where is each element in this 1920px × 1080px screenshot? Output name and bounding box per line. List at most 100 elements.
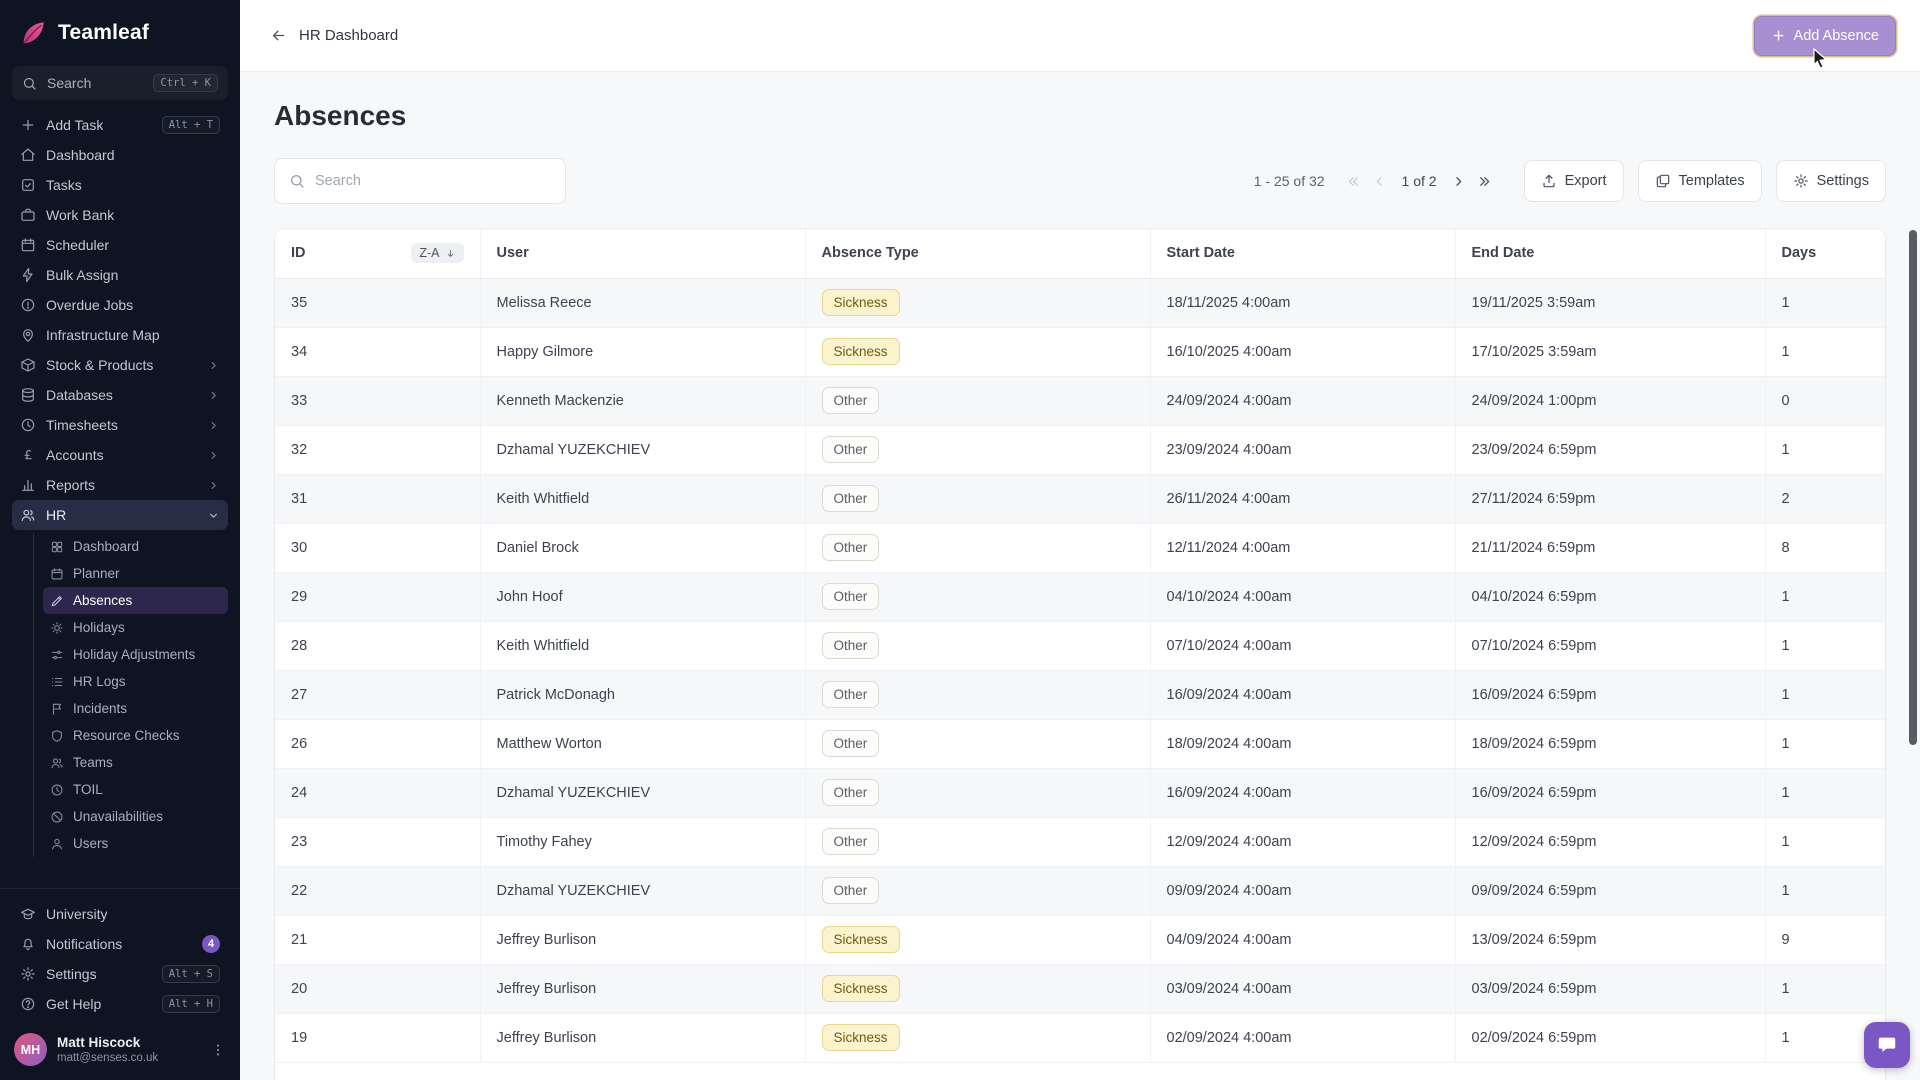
back-button[interactable]: HR Dashboard	[270, 27, 398, 44]
chat-button[interactable]	[1864, 1022, 1910, 1068]
sidebar-item-label: HR	[46, 507, 66, 523]
search-input[interactable]	[315, 173, 551, 189]
column-header-start-date[interactable]: Start Date	[1150, 229, 1455, 278]
export-button[interactable]: Export	[1524, 160, 1624, 202]
prev-page-button[interactable]	[1367, 165, 1393, 197]
sidebar-item-hr-unavailabilities[interactable]: Unavailabilities	[43, 803, 228, 830]
sort-chip[interactable]: Z-A	[411, 243, 463, 263]
table-row[interactable]: 21Jeffrey BurlisonSickness04/09/2024 4:0…	[275, 915, 1885, 964]
cell-end-date: 18/09/2024 6:59pm	[1455, 719, 1765, 768]
table-row[interactable]: 20Jeffrey BurlisonSickness03/09/2024 4:0…	[275, 964, 1885, 1013]
sidebar-search-button[interactable]: Search Ctrl + K	[12, 66, 228, 100]
column-header-id[interactable]: ID Z-A	[275, 229, 480, 278]
shortcut-badge: Alt + S	[162, 965, 220, 983]
user-menu-dots-icon[interactable]	[210, 1042, 226, 1058]
sidebar-item-hr-users[interactable]: Users	[43, 830, 228, 857]
table-row[interactable]: 30Daniel BrockOther12/11/2024 4:00am21/1…	[275, 523, 1885, 572]
table-row[interactable]: 28Keith WhitfieldOther07/10/2024 4:00am0…	[275, 621, 1885, 670]
sidebar-item-settings[interactable]: SettingsAlt + S	[12, 959, 228, 989]
sidebar-item-hr-absences[interactable]: Absences	[43, 587, 228, 614]
sidebar-item-hr-incidents[interactable]: Incidents	[43, 695, 228, 722]
sun-icon	[50, 621, 64, 635]
sidebar-item-tasks[interactable]: Tasks	[12, 170, 228, 200]
table-row[interactable]: 33Kenneth MackenzieOther24/09/2024 4:00a…	[275, 376, 1885, 425]
toolbar: 1 - 25 of 32 1 of 2	[274, 158, 1886, 204]
table-row[interactable]: 32Dzhamal YUZEKCHIEVOther23/09/2024 4:00…	[275, 425, 1885, 474]
sidebar-item-university[interactable]: University	[12, 899, 228, 929]
table-row[interactable]: 35Melissa ReeceSickness18/11/2025 4:00am…	[275, 278, 1885, 327]
cell-user: Dzhamal YUZEKCHIEV	[480, 866, 805, 915]
table-row[interactable]: 19Jeffrey BurlisonSickness02/09/2024 4:0…	[275, 1013, 1885, 1062]
table-row[interactable]: 23Timothy FaheyOther12/09/2024 4:00am12/…	[275, 817, 1885, 866]
table-row[interactable]: 24Dzhamal YUZEKCHIEVOther16/09/2024 4:00…	[275, 768, 1885, 817]
table-row[interactable]: 31Keith WhitfieldOther26/11/2024 4:00am2…	[275, 474, 1885, 523]
table-row[interactable]: 29John HoofOther04/10/2024 4:00am04/10/2…	[275, 572, 1885, 621]
column-header-end-date[interactable]: End Date	[1455, 229, 1765, 278]
results-range: 1 - 25 of 32	[1254, 173, 1325, 189]
sidebar-item-overdue-jobs[interactable]: Overdue Jobs	[12, 290, 228, 320]
sidebar-item-infrastructure-map[interactable]: Infrastructure Map	[12, 320, 228, 350]
cell-id: 32	[275, 425, 480, 474]
cell-days: 1	[1765, 964, 1885, 1013]
sidebar-item-bulk-assign[interactable]: Bulk Assign	[12, 260, 228, 290]
cell-user: Keith Whitfield	[480, 621, 805, 670]
cell-start-date: 12/11/2024 4:00am	[1150, 523, 1455, 572]
cell-days: 0	[1765, 376, 1885, 425]
sidebar-item-add-task[interactable]: Add TaskAlt + T	[12, 110, 228, 140]
templates-button[interactable]: Templates	[1638, 160, 1762, 202]
table-row[interactable]: 27Patrick McDonaghOther16/09/2024 4:00am…	[275, 670, 1885, 719]
last-page-button[interactable]	[1472, 165, 1498, 197]
sidebar-item-timesheets[interactable]: Timesheets	[12, 410, 228, 440]
cell-id: 27	[275, 670, 480, 719]
sliders-icon	[50, 648, 64, 662]
sidebar-item-work-bank[interactable]: Work Bank	[12, 200, 228, 230]
first-page-button[interactable]	[1341, 165, 1367, 197]
table-row[interactable]: 26Matthew WortonOther18/09/2024 4:00am18…	[275, 719, 1885, 768]
vertical-scrollbar[interactable]	[1909, 230, 1917, 745]
sidebar-item-stock-products[interactable]: Stock & Products	[12, 350, 228, 380]
sidebar-item-reports[interactable]: Reports	[12, 470, 228, 500]
table-settings-button[interactable]: Settings	[1776, 160, 1886, 202]
table-row[interactable]: 34Happy GilmoreSickness16/10/2025 4:00am…	[275, 327, 1885, 376]
sidebar-item-accounts[interactable]: Accounts	[12, 440, 228, 470]
cell-days: 1	[1765, 425, 1885, 474]
sidebar-nav: Add TaskAlt + TDashboardTasksWork BankSc…	[0, 110, 240, 888]
column-header-days[interactable]: Days	[1765, 229, 1885, 278]
cell-days: 1	[1765, 572, 1885, 621]
cell-absence-type: Sickness	[805, 278, 1150, 327]
cell-absence-type: Sickness	[805, 327, 1150, 376]
sidebar-item-hr-holiday-adjustments[interactable]: Holiday Adjustments	[43, 641, 228, 668]
column-header-user[interactable]: User	[480, 229, 805, 278]
sidebar-item-get-help[interactable]: Get HelpAlt + H	[12, 989, 228, 1019]
sidebar-item-label: Holiday Adjustments	[73, 647, 195, 662]
sidebar-item-dashboard[interactable]: Dashboard	[12, 140, 228, 170]
sidebar-item-databases[interactable]: Databases	[12, 380, 228, 410]
cell-user: Patrick McDonagh	[480, 670, 805, 719]
sidebar-item-hr-planner[interactable]: Planner	[43, 560, 228, 587]
sidebar-item-hr[interactable]: HR	[12, 500, 228, 530]
table-row[interactable]: 22Dzhamal YUZEKCHIEVOther09/09/2024 4:00…	[275, 866, 1885, 915]
sidebar-item-hr-toil[interactable]: TOIL	[43, 776, 228, 803]
cell-absence-type: Other	[805, 866, 1150, 915]
absence-type-badge: Other	[822, 485, 880, 513]
cell-absence-type: Other	[805, 768, 1150, 817]
sidebar-item-hr-resource-checks[interactable]: Resource Checks	[43, 722, 228, 749]
graduation-icon	[20, 906, 36, 922]
add-absence-button[interactable]: Add Absence	[1754, 16, 1896, 56]
cell-absence-type: Other	[805, 670, 1150, 719]
sidebar: Teamleaf Search Ctrl + K Add TaskAlt + T…	[0, 0, 240, 1080]
sidebar-item-scheduler[interactable]: Scheduler	[12, 230, 228, 260]
sidebar-item-label: Incidents	[73, 701, 127, 716]
sidebar-item-hr-dashboard[interactable]: Dashboard	[43, 533, 228, 560]
next-page-button[interactable]	[1446, 165, 1472, 197]
user-card[interactable]: MH Matt Hiscock matt@senses.co.uk	[0, 1023, 240, 1080]
app-logo[interactable]: Teamleaf	[0, 0, 240, 62]
sidebar-item-hr-logs[interactable]: HR Logs	[43, 668, 228, 695]
sidebar-item-notifications[interactable]: Notifications4	[12, 929, 228, 959]
sidebar-item-hr-holidays[interactable]: Holidays	[43, 614, 228, 641]
column-label: ID	[291, 245, 306, 261]
chevron-right-icon	[207, 419, 220, 432]
column-header-absence-type[interactable]: Absence Type	[805, 229, 1150, 278]
sidebar-item-hr-teams[interactable]: Teams	[43, 749, 228, 776]
column-label: Days	[1782, 245, 1817, 261]
